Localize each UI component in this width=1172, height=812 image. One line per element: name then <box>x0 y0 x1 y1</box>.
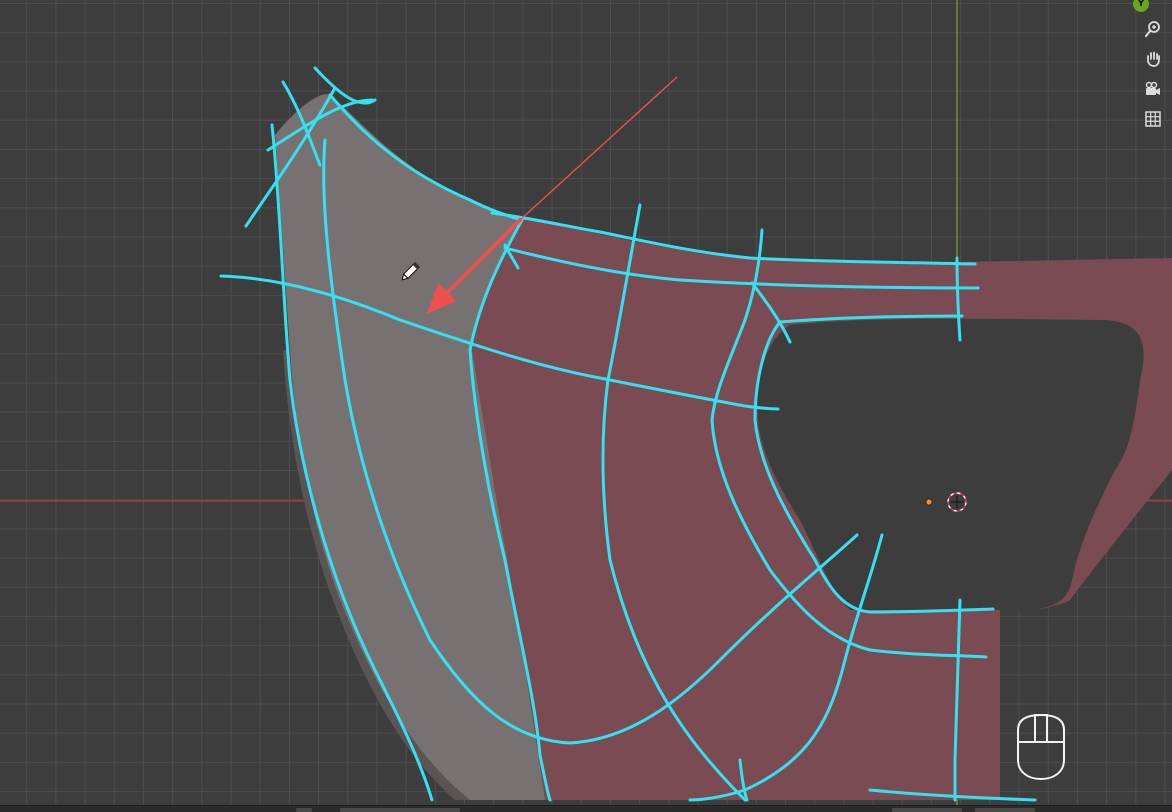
zoom-icon[interactable] <box>1140 16 1166 42</box>
bottom-toolbar-strip <box>0 805 1172 812</box>
toolbar-chip[interactable] <box>892 808 962 812</box>
navigation-gizmo: Y <box>1133 0 1168 132</box>
3d-viewport[interactable]: Y <box>0 0 1172 812</box>
grid-view-icon[interactable] <box>1140 106 1166 132</box>
toolbar-chip[interactable] <box>975 808 1035 812</box>
toolbar-chip[interactable] <box>296 808 312 812</box>
viewport-scene[interactable] <box>0 0 1172 812</box>
object-origin <box>925 498 933 506</box>
hand-pan-icon[interactable] <box>1140 46 1166 72</box>
camera-icon[interactable] <box>1140 76 1166 102</box>
mouse-icon <box>1014 712 1068 782</box>
toolbar-chip[interactable] <box>340 808 460 812</box>
axis-y-badge[interactable]: Y <box>1133 0 1149 12</box>
